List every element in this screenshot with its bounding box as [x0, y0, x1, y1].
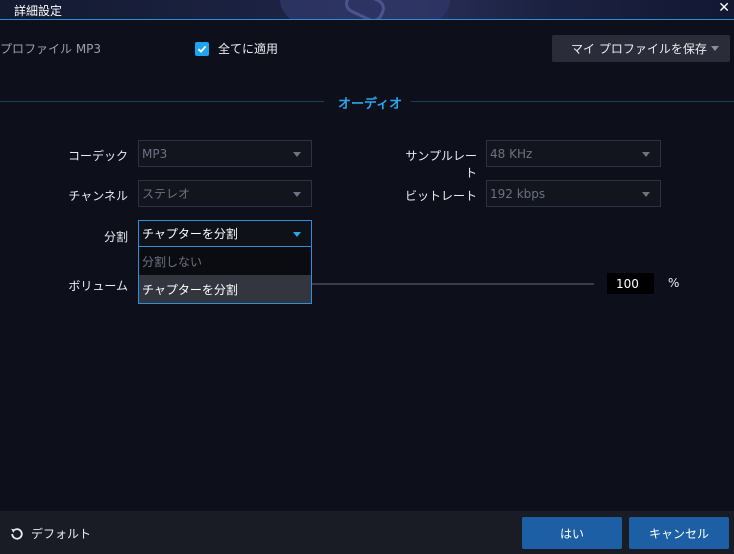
section-divider-left — [0, 101, 324, 102]
channel-select[interactable]: ステレオ — [138, 180, 312, 207]
volume-label: ボリューム — [68, 279, 128, 293]
checkbox-checked-icon[interactable] — [195, 41, 209, 56]
bitrate-value: 192 kbps — [490, 186, 546, 201]
footer-bar — [0, 511, 734, 554]
volume-unit: % — [668, 276, 680, 290]
split-option-none[interactable]: 分割しない — [139, 247, 311, 275]
split-option-chapters[interactable]: チャプターを分割 — [139, 275, 311, 303]
codec-select[interactable]: MP3 — [138, 140, 312, 167]
sample-rate-label: サンプルレート — [405, 149, 477, 180]
chevron-down-icon — [711, 46, 719, 51]
section-divider-right — [411, 101, 734, 102]
split-value: チャプターを分割 — [142, 227, 238, 241]
apply-all-checkbox[interactable]: 全てに適用 — [195, 40, 278, 57]
codec-value: MP3 — [142, 146, 168, 161]
window-title: 詳細設定 — [14, 4, 63, 18]
save-profile-label: マイ プロファイルを保存 — [571, 42, 707, 56]
default-button[interactable]: デフォルト — [9, 525, 91, 542]
volume-input[interactable]: 100 — [607, 273, 654, 294]
reset-icon — [11, 527, 23, 540]
chevron-down-icon — [642, 152, 650, 157]
profile-label: プロファイル MP3 — [0, 42, 102, 56]
ok-button[interactable]: はい — [522, 517, 622, 549]
cancel-button[interactable]: キャンセル — [629, 517, 729, 549]
default-label: デフォルト — [31, 527, 92, 541]
channel-value: ステレオ — [142, 187, 191, 201]
save-profile-dropdown[interactable]: マイ プロファイルを保存 — [552, 35, 730, 62]
chevron-down-icon — [293, 152, 301, 157]
split-label: 分割 — [103, 230, 128, 244]
sample-rate-value: 48 KHz — [490, 146, 533, 161]
volume-slider[interactable] — [312, 283, 594, 285]
channel-label: チャンネル — [68, 189, 128, 203]
chevron-down-icon — [293, 192, 301, 197]
bitrate-select[interactable]: 192 kbps — [486, 180, 661, 207]
chevron-down-icon — [642, 192, 650, 197]
apply-all-label: 全てに適用 — [218, 42, 279, 56]
title-bar: 詳細設定 ✕ — [0, 0, 734, 20]
split-dropdown-list: 分割しない チャプターを分割 — [138, 247, 312, 304]
section-title-audio: オーディオ — [338, 97, 403, 112]
bitrate-label: ビットレート — [404, 189, 477, 203]
codec-label: コーデック — [67, 149, 128, 163]
sample-rate-select[interactable]: 48 KHz — [486, 140, 661, 167]
split-select[interactable]: チャプターを分割 — [138, 220, 312, 247]
chevron-down-icon — [293, 232, 301, 237]
close-icon[interactable]: ✕ — [718, 0, 730, 16]
